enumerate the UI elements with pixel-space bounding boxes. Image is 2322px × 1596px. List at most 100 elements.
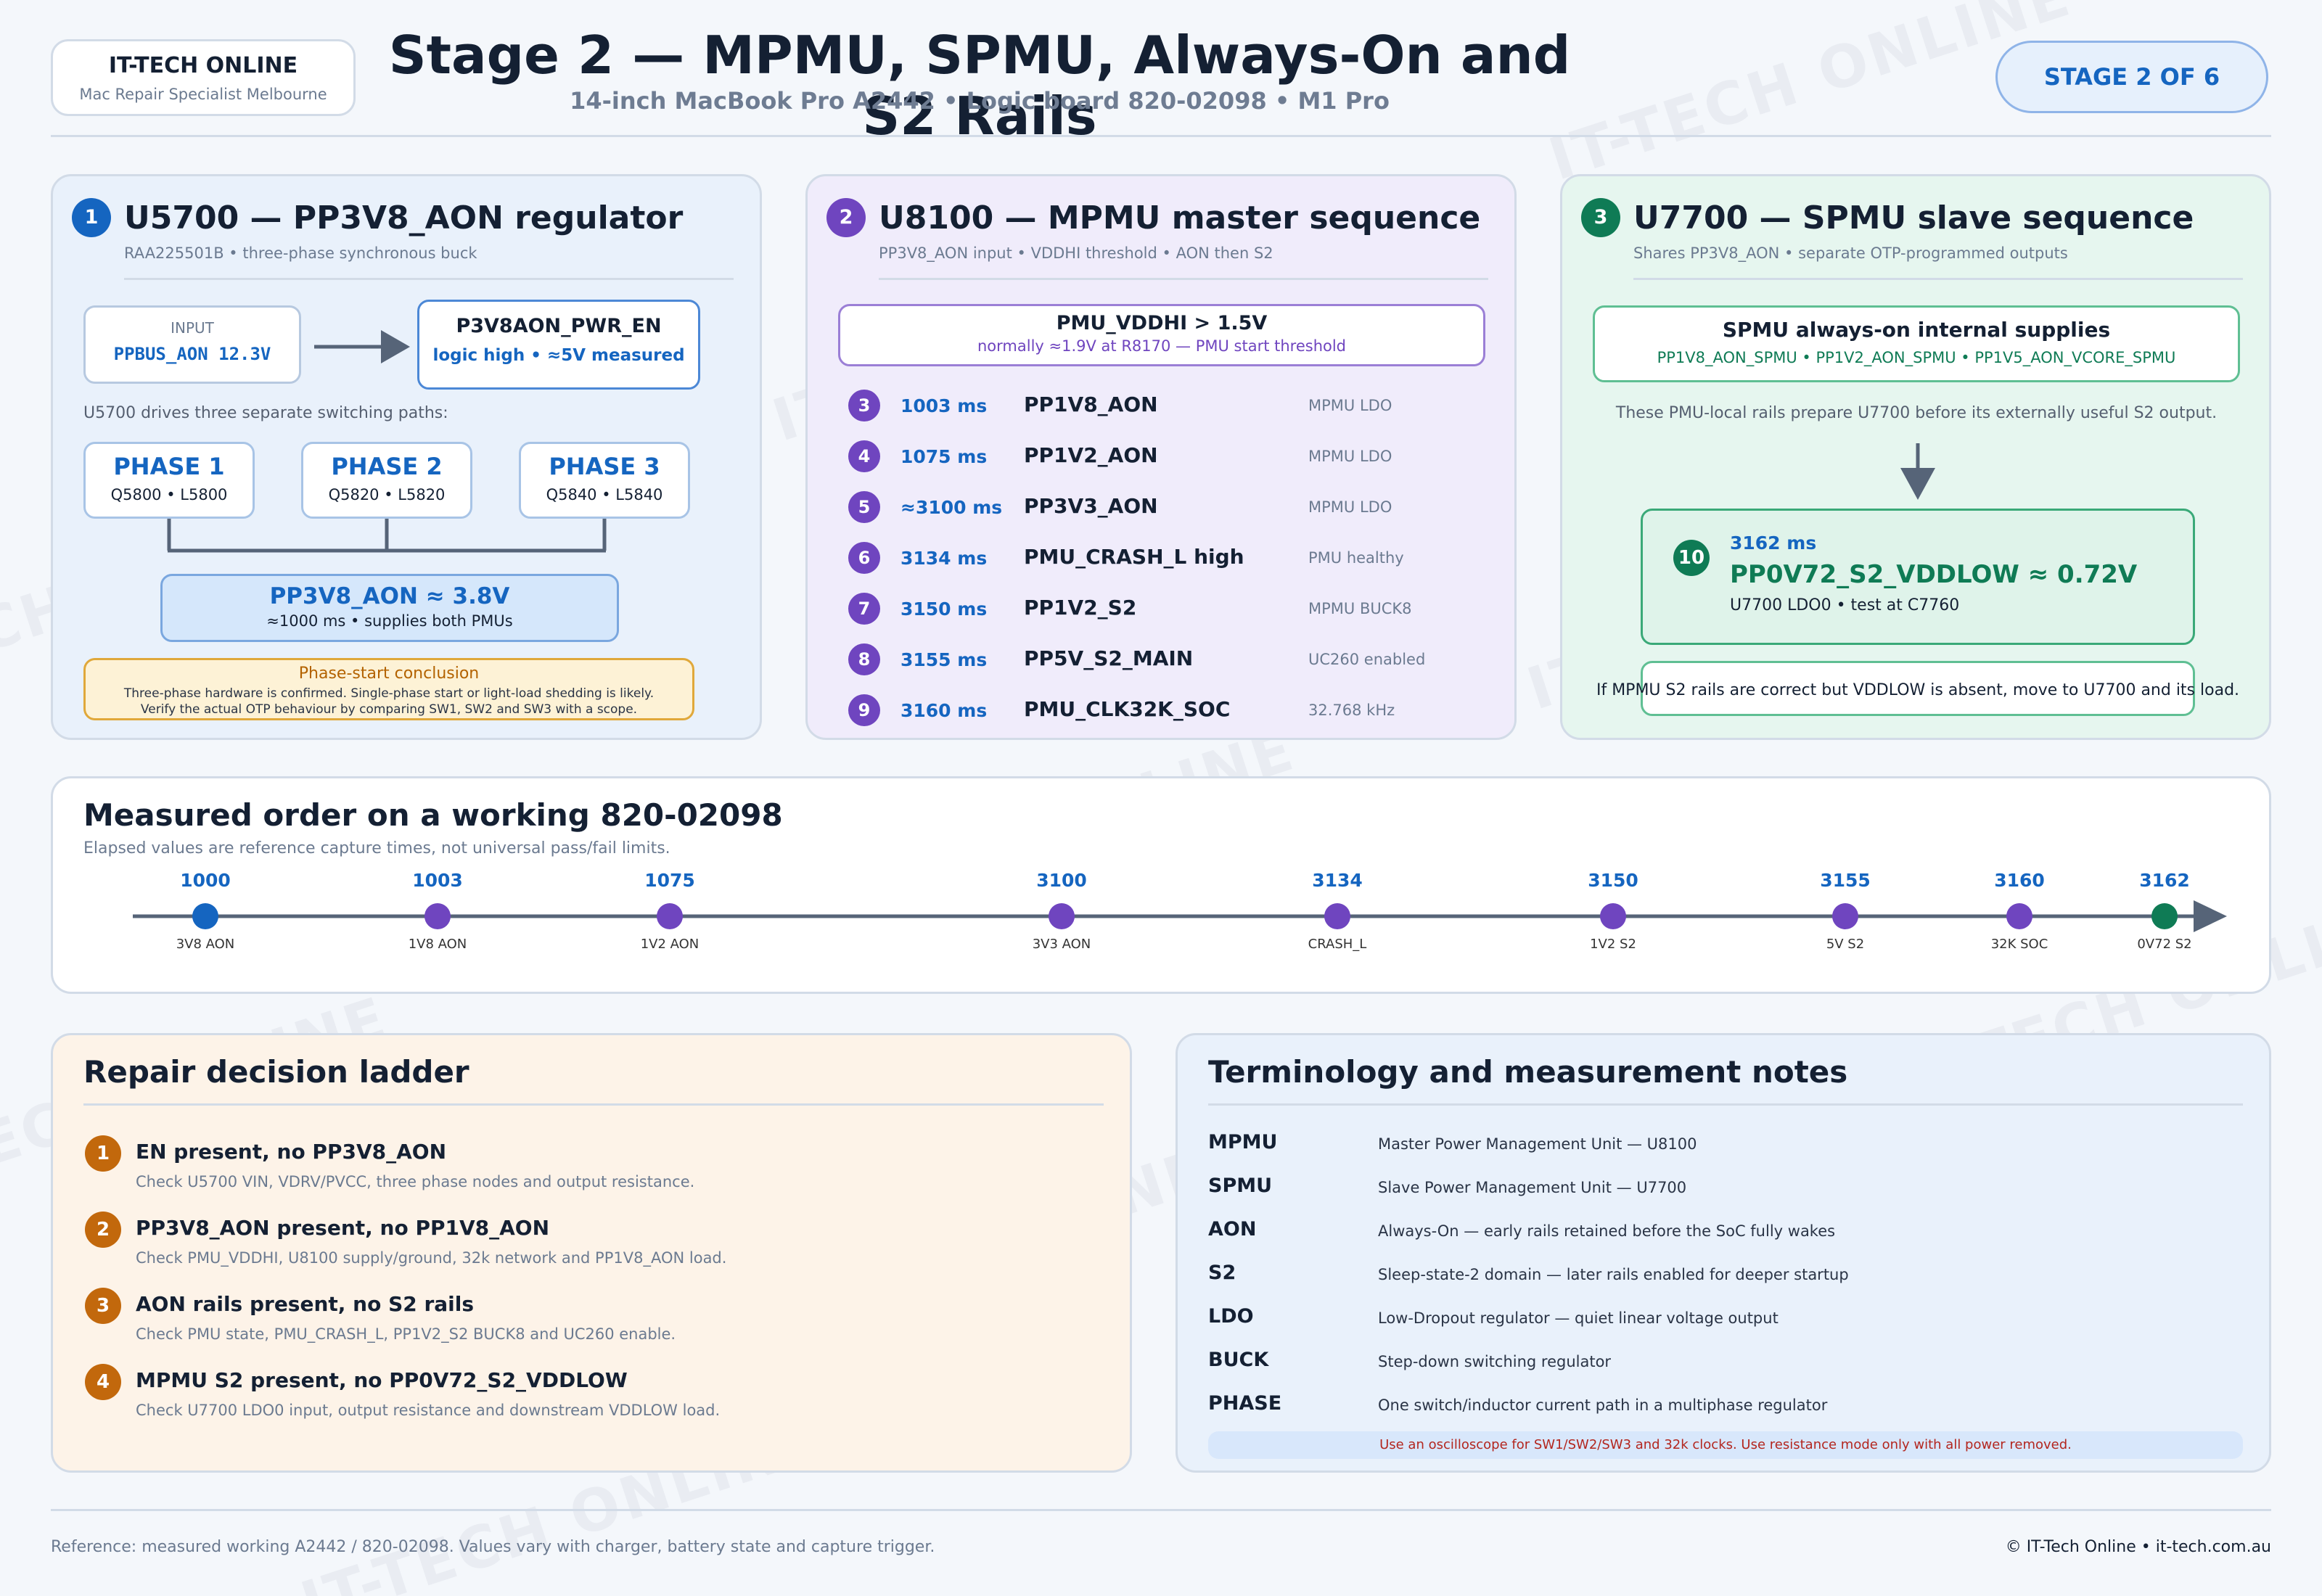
step-time: 3150 ms [901, 598, 988, 620]
terminology-panel: Terminology and measurement notes MPMU Ma… [1176, 1033, 2271, 1473]
step-time: 3134 ms [901, 548, 988, 569]
term-definition: Step-down switching regulator [1378, 1353, 1612, 1370]
step-time: 3155 ms [901, 649, 988, 670]
ladder-step-title: MPMU S2 present, no PP0V72_S2_VDDLOW [136, 1368, 628, 1392]
page-title: Stage 2 — MPMU, SPMU, Always-On and S2 R… [388, 25, 1571, 147]
stage-badge: STAGE 2 OF 6 [1995, 41, 2268, 113]
term-name: AON [1208, 1218, 1257, 1241]
threshold-title: PMU_VDDHI > 1.5V [1056, 312, 1268, 334]
brand-tagline: Mac Repair Specialist Melbourne [79, 86, 327, 103]
internal-supplies-box: SPMU always-on internal supplies PP1V8_A… [1593, 305, 2240, 382]
timeline-panel: Measured order on a working 820-02098 El… [51, 776, 2271, 994]
timeline-marker [657, 903, 683, 929]
repair-ladder-panel: Repair decision ladder 1 EN present, no P… [51, 1033, 1132, 1473]
ladder-item: 4 MPMU S2 present, no PP0V72_S2_VDDLOW Che… [53, 1364, 1134, 1436]
step-description: UC260 enabled [1308, 651, 1426, 668]
timeline-marker [1324, 903, 1350, 929]
step-rail: PP1V2_S2 [1024, 596, 1137, 620]
sequence-step: 4 1075 ms PP1V2_AON MPMU LDO [808, 437, 1519, 478]
conclusion-title: Phase-start conclusion [298, 665, 480, 683]
step-description: 32.768 kHz [1308, 702, 1395, 719]
step-number: 9 [848, 694, 880, 726]
output-box: PP3V8_AON ≈ 3.8V ≈1000 ms • supplies bot… [160, 574, 619, 642]
enable-value: logic high • ≈5V measured [432, 346, 685, 365]
ladder-divider [83, 1103, 1104, 1106]
input-value: PPBUS_AON 12.3V [113, 344, 271, 364]
timeline-time-label: 1000 [180, 870, 231, 891]
timeline-marker [1049, 903, 1075, 929]
output-note: ≈1000 ms • supplies both PMUs [266, 612, 513, 630]
step-description: MPMU LDO [1308, 498, 1392, 516]
panel-u5700: 1 U5700 — PP3V8_AON regulator RAA225501B… [51, 174, 762, 740]
phase-box: PHASE 3 Q5840 • L5840 [519, 442, 690, 519]
step-number: 3 [848, 390, 880, 421]
panel-u7700: 3 U7700 — SPMU slave sequence Shares PP3… [1560, 174, 2271, 740]
drives-text: U5700 drives three separate switching pa… [83, 404, 448, 422]
header-divider [51, 135, 2271, 137]
term-row: MPMU Master Power Management Unit — U8100 [1178, 1130, 2273, 1166]
panel-divider [879, 278, 1488, 280]
enable-box: P3V8AON_PWR_EN logic high • ≈5V measured [417, 300, 700, 390]
term-row: SPMU Slave Power Management Unit — U7700 [1178, 1173, 2273, 1209]
timeline-rail-label: 3V3 AON [1032, 937, 1091, 952]
timeline-time-label: 3100 [1036, 870, 1087, 891]
threshold-box: PMU_VDDHI > 1.5V normally ≈1.9V at R8170… [838, 304, 1485, 366]
step-rail: PP5V_S2_MAIN [1024, 646, 1194, 670]
term-definition: Master Power Management Unit — U8100 [1378, 1135, 1697, 1153]
terms-title: Terminology and measurement notes [1208, 1054, 1848, 1090]
phase-parts: Q5840 • L5840 [546, 486, 663, 503]
internal-title: SPMU always-on internal supplies [1722, 318, 2111, 342]
ladder-step-number: 4 [85, 1364, 121, 1400]
step-rail: PP1V8_AON [1024, 392, 1158, 416]
input-label: INPUT [171, 319, 214, 337]
timeline-rail-label: 32K SOC [1990, 937, 2048, 952]
term-name: SPMU [1208, 1175, 1273, 1197]
ladder-step-desc: Check U5700 VIN, VDRV/PVCC, three phase … [136, 1173, 695, 1190]
ladder-title: Repair decision ladder [83, 1054, 469, 1090]
term-row: S2 Sleep-state-2 domain — later rails ena… [1178, 1260, 2273, 1296]
ladder-step-number: 2 [85, 1212, 121, 1248]
panel-number: 3 [1581, 198, 1620, 237]
arrow-down-icon [1900, 443, 1935, 500]
step-time: 3160 ms [901, 700, 988, 721]
term-definition: Slave Power Management Unit — U7700 [1378, 1179, 1687, 1196]
timeline-time-label: 3162 [2139, 870, 2190, 891]
timeline-time-label: 1003 [412, 870, 463, 891]
step-time: ≈3100 ms [901, 497, 1003, 518]
internal-rails: PP1V8_AON_SPMU • PP1V2_AON_SPMU • PP1V5_… [1657, 349, 2176, 366]
term-row: AON Always-On — early rails retained befo… [1178, 1217, 2273, 1253]
sequence-step: 3 1003 ms PP1V8_AON MPMU LDO [808, 387, 1519, 427]
ladder-step-desc: Check U7700 LDO0 input, output resistanc… [136, 1402, 721, 1419]
threshold-note: normally ≈1.9V at R8170 — PMU start thre… [977, 337, 1347, 355]
output-rail: PP3V8_AON ≈ 3.8V [269, 583, 510, 609]
step-rail: PP3V3_AON [1024, 494, 1158, 518]
timeline-marker [2151, 903, 2178, 929]
term-name: MPMU [1208, 1131, 1278, 1153]
phase-name: PHASE 3 [549, 453, 660, 480]
step-rail: PMU_CRASH_L high [1024, 545, 1244, 569]
term-definition: Always-On — early rails retained before … [1378, 1222, 1836, 1240]
terms-divider [1208, 1103, 2243, 1106]
timeline-time-label: 3150 [1588, 870, 1638, 891]
step-description: MPMU LDO [1308, 397, 1392, 414]
timeline-rail-label: 1V2 AON [640, 937, 700, 952]
panel-title: U7700 — SPMU slave sequence [1633, 200, 2194, 236]
sequence-step: 8 3155 ms PP5V_S2_MAIN UC260 enabled [808, 641, 1519, 681]
timeline-time-label: 1075 [644, 870, 695, 891]
ladder-step-title: AON rails present, no S2 rails [136, 1292, 475, 1316]
timeline-rail-label: 3V8 AON [176, 937, 235, 952]
ladder-item: 3 AON rails present, no S2 rails Check PMU… [53, 1288, 1134, 1360]
phase-parts: Q5820 • L5820 [328, 486, 446, 503]
panel-subtitle: PP3V8_AON input • VDDHI threshold • AON … [879, 244, 1273, 262]
output-time: 3162 ms [1730, 532, 1817, 554]
timeline-marker [424, 903, 451, 929]
sequence-step: 9 3160 ms PMU_CLK32K_SOC 32.768 kHz [808, 691, 1519, 732]
ladder-step-title: PP3V8_AON present, no PP1V8_AON [136, 1216, 550, 1240]
term-name: BUCK [1208, 1349, 1269, 1371]
step-time: 1003 ms [901, 395, 988, 416]
panel-subtitle: Shares PP3V8_AON • separate OTP-programm… [1633, 244, 2068, 262]
step-description: MPMU LDO [1308, 448, 1392, 465]
phase-name: PHASE 2 [331, 453, 443, 480]
panel-divider [124, 278, 734, 280]
panel-divider [1633, 278, 2243, 280]
